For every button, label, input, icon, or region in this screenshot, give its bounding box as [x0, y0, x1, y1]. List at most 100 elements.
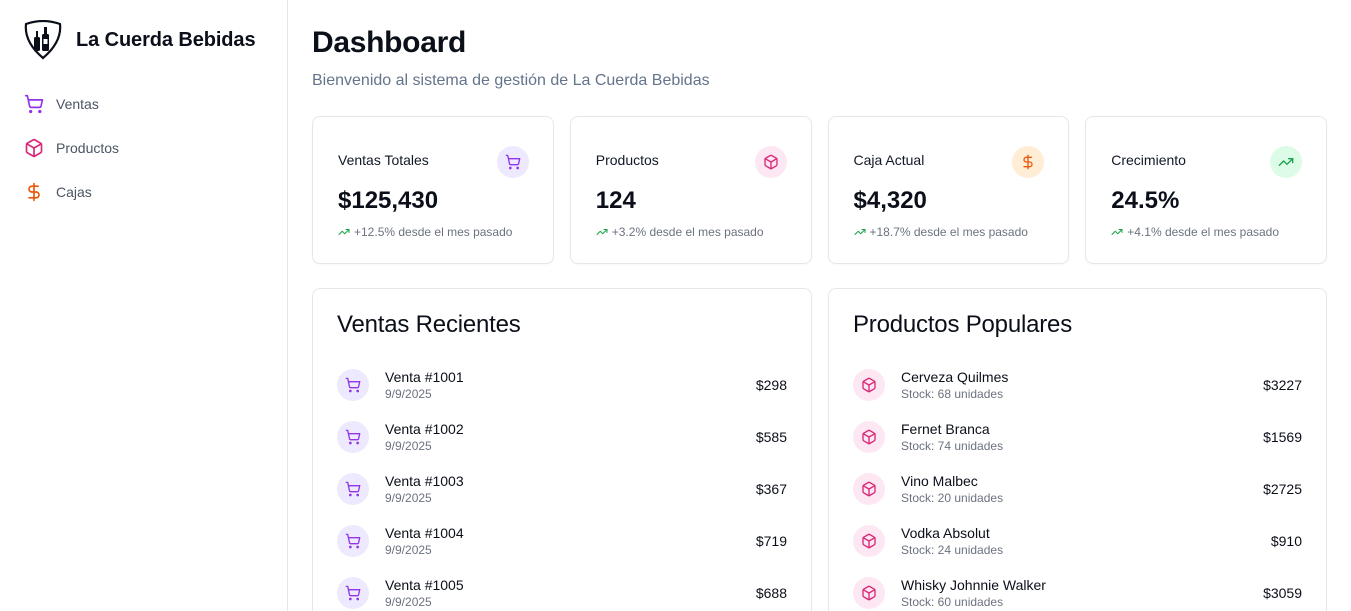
- trending-up-icon: [1111, 229, 1123, 235]
- product-price: $1569: [1263, 429, 1302, 445]
- cart-icon: [337, 525, 369, 557]
- stat-card-productos: Productos 124 +3.2% desde el mes pasado: [569, 116, 812, 264]
- sale-amount: $298: [755, 377, 787, 393]
- stat-card-ventas-totales: Ventas Totales $125,430 +12.5% desde el …: [312, 116, 554, 264]
- popular-products-list: Cerveza Quilmes Stock: 68 unidades $3227…: [853, 359, 1302, 611]
- sidebar-item-ventas[interactable]: Ventas: [0, 82, 287, 126]
- sidebar-item-label: Ventas: [56, 96, 99, 112]
- recent-sales-list: Venta #1001 9/9/2025 $298 Venta #1002 9/…: [337, 359, 787, 611]
- stat-change: +18.7% desde el mes pasado: [854, 225, 1045, 239]
- bottles-logo-icon: [22, 19, 64, 60]
- dollar-icon: [1012, 146, 1045, 178]
- list-item[interactable]: Venta #1005 9/9/2025 $688: [337, 567, 787, 611]
- sale-amount: $367: [755, 481, 787, 497]
- list-item-text: Cerveza Quilmes Stock: 68 unidades: [901, 369, 1263, 402]
- list-item[interactable]: Vodka Absolut Stock: 24 unidades $910: [853, 515, 1302, 567]
- stat-change: +12.5% desde el mes pasado: [338, 225, 529, 239]
- product-stock: Stock: 60 unidades: [901, 594, 1004, 609]
- sidebar-item-cajas[interactable]: Cajas: [0, 170, 287, 214]
- sale-amount: $688: [755, 585, 787, 601]
- list-item[interactable]: Venta #1004 9/9/2025 $719: [337, 515, 787, 567]
- panel-title: Productos Populares: [853, 311, 1072, 338]
- sale-title: Venta #1001: [385, 368, 464, 385]
- list-item-text: Fernet Branca Stock: 74 unidades: [901, 421, 1263, 454]
- cart-icon: [337, 577, 369, 609]
- stat-value: 24.5%: [1111, 187, 1180, 214]
- cart-icon: [337, 369, 369, 401]
- package-icon: [853, 525, 885, 557]
- sale-date: 9/9/2025: [385, 542, 432, 557]
- sidebar-item-productos[interactable]: Productos: [0, 126, 287, 170]
- sidebar-nav: Ventas Productos Cajas: [0, 80, 287, 214]
- product-stock: Stock: 68 unidades: [901, 386, 1004, 401]
- stat-change-text: +4.1% desde el mes pasado: [1127, 225, 1280, 239]
- package-icon: [853, 473, 885, 505]
- product-stock: Stock: 24 unidades: [901, 542, 1004, 557]
- package-icon: [853, 369, 885, 401]
- package-icon: [24, 138, 44, 158]
- cart-icon: [24, 94, 44, 114]
- stat-change: +4.1% desde el mes pasado: [1111, 225, 1302, 239]
- sidebar-item-label: Cajas: [56, 184, 92, 200]
- list-item-text: Whisky Johnnie Walker Stock: 60 unidades: [901, 577, 1263, 610]
- product-name: Whisky Johnnie Walker: [901, 576, 1046, 593]
- list-item-text: Venta #1002 9/9/2025: [385, 421, 756, 454]
- package-icon: [754, 146, 787, 178]
- sale-title: Venta #1003: [385, 472, 464, 489]
- list-item[interactable]: Venta #1002 9/9/2025 $585: [337, 411, 787, 463]
- stat-change: +3.2% desde el mes pasado: [596, 225, 787, 239]
- sale-date: 9/9/2025: [385, 594, 432, 609]
- product-name: Fernet Branca: [901, 420, 990, 437]
- brand-name: La Cuerda Bebidas: [76, 28, 256, 51]
- product-price: $3059: [1263, 585, 1302, 601]
- stat-value: 124: [595, 187, 636, 214]
- package-icon: [853, 577, 885, 609]
- stat-change-text: +12.5% desde el mes pasado: [354, 225, 513, 239]
- stat-value: $125,430: [338, 187, 439, 214]
- stats-row: Ventas Totales $125,430 +12.5% desde el …: [312, 116, 1327, 264]
- sale-date: 9/9/2025: [385, 490, 432, 505]
- trending-up-icon: [338, 229, 350, 235]
- sale-date: 9/9/2025: [385, 386, 432, 401]
- main-content: Dashboard Bienvenido al sistema de gesti…: [288, 0, 1351, 611]
- product-stock: Stock: 20 unidades: [901, 490, 1004, 505]
- sale-amount: $585: [755, 429, 787, 445]
- trending-up-icon: [596, 229, 608, 235]
- panels-row: Ventas Recientes Venta #1001 9/9/2025 $2…: [312, 288, 1327, 611]
- list-item-text: Venta #1003 9/9/2025: [385, 473, 756, 506]
- list-item-text: Venta #1004 9/9/2025: [385, 525, 756, 558]
- page-title: Dashboard: [312, 26, 466, 59]
- stat-value: $4,320: [853, 187, 927, 214]
- cart-icon: [496, 146, 529, 178]
- sidebar: La Cuerda Bebidas Ventas Productos Cajas: [0, 0, 288, 611]
- sale-title: Venta #1005: [385, 576, 464, 593]
- list-item[interactable]: Whisky Johnnie Walker Stock: 60 unidades…: [853, 567, 1302, 611]
- sale-title: Venta #1002: [385, 420, 464, 437]
- list-item[interactable]: Fernet Branca Stock: 74 unidades $1569: [853, 411, 1302, 463]
- popular-products-panel: Productos Populares Cerveza Quilmes Stoc…: [828, 288, 1327, 611]
- app-root: La Cuerda Bebidas Ventas Productos Cajas: [0, 0, 1351, 611]
- stat-card-crecimiento: Crecimiento 24.5% +4.1% desde el mes pas…: [1085, 116, 1327, 264]
- list-item-text: Vino Malbec Stock: 20 unidades: [901, 473, 1263, 506]
- list-item-text: Vodka Absolut Stock: 24 unidades: [901, 525, 1271, 558]
- list-item[interactable]: Vino Malbec Stock: 20 unidades $2725: [853, 463, 1302, 515]
- product-price: $2725: [1263, 481, 1302, 497]
- product-name: Vodka Absolut: [901, 524, 990, 541]
- package-icon: [853, 421, 885, 453]
- sidebar-item-label: Productos: [56, 140, 120, 156]
- sale-date: 9/9/2025: [385, 438, 432, 453]
- product-price: $910: [1270, 533, 1302, 549]
- brand[interactable]: La Cuerda Bebidas: [0, 0, 287, 80]
- trending-up-icon: [1270, 146, 1302, 178]
- stat-change-text: +3.2% desde el mes pasado: [611, 225, 764, 239]
- list-item[interactable]: Venta #1003 9/9/2025 $367: [337, 463, 787, 515]
- product-stock: Stock: 74 unidades: [901, 438, 1004, 453]
- recent-sales-panel: Ventas Recientes Venta #1001 9/9/2025 $2…: [312, 288, 812, 611]
- list-item[interactable]: Venta #1001 9/9/2025 $298: [337, 359, 787, 411]
- cart-icon: [337, 421, 369, 453]
- product-name: Cerveza Quilmes: [901, 368, 1009, 385]
- dollar-icon: [24, 182, 44, 202]
- stat-change-text: +18.7% desde el mes pasado: [869, 225, 1028, 239]
- list-item[interactable]: Cerveza Quilmes Stock: 68 unidades $3227: [853, 359, 1302, 411]
- sale-amount: $719: [755, 533, 787, 549]
